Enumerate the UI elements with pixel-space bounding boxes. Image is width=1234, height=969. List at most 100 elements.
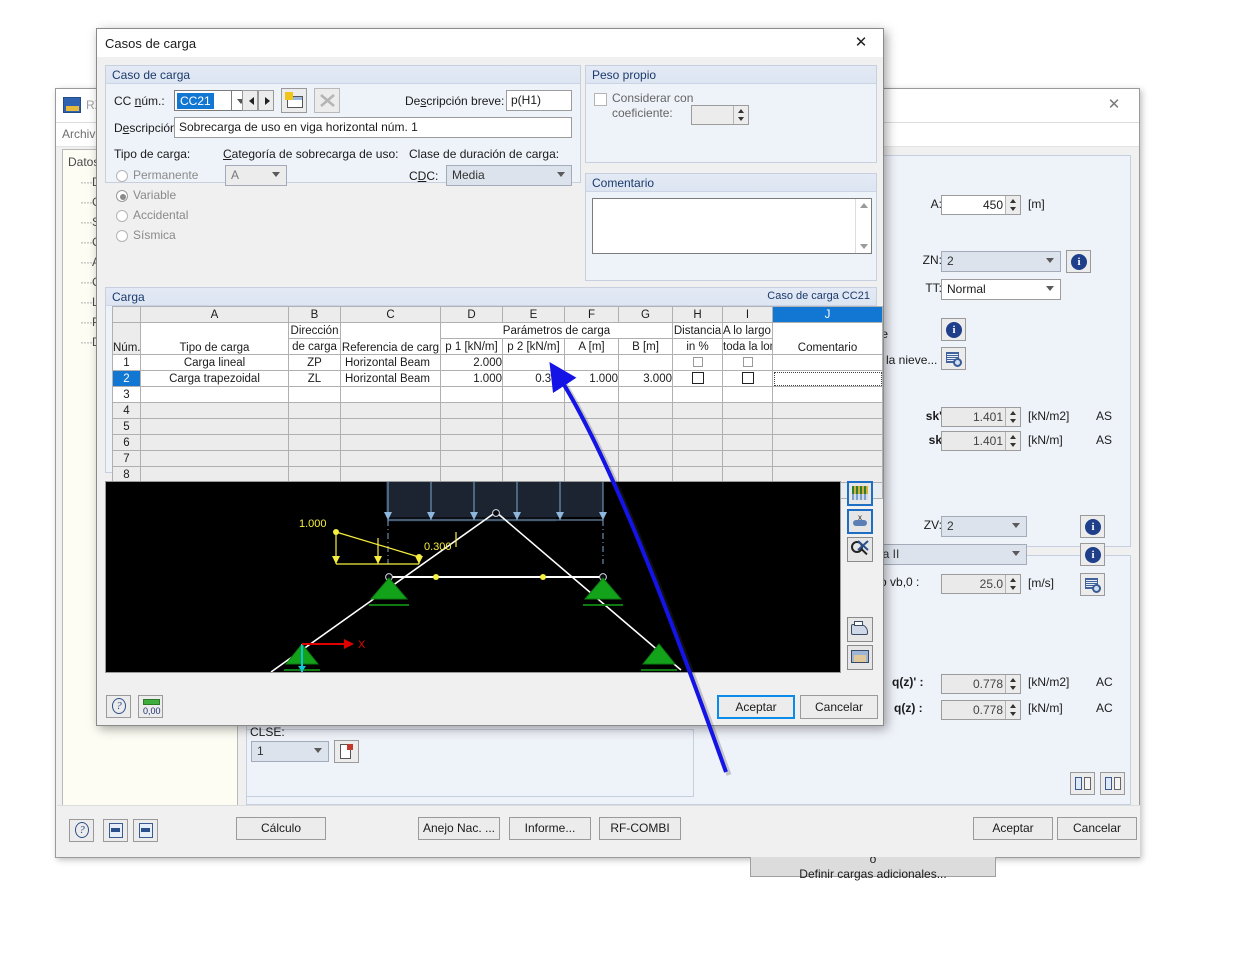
delete-load-case-icon[interactable] (314, 88, 340, 113)
new-load-case-icon[interactable] (281, 88, 307, 113)
comment-textarea[interactable] (592, 198, 872, 254)
category-combo[interactable]: A (225, 165, 287, 186)
row-num[interactable]: 6 (112, 434, 141, 451)
col-letter-H[interactable]: H (672, 306, 723, 323)
cell-p2[interactable] (502, 450, 565, 467)
comment-scrollbar[interactable] (855, 199, 871, 253)
cell-B[interactable] (618, 450, 673, 467)
layout-button-1[interactable] (1070, 772, 1095, 795)
cdc-combo[interactable]: Media (446, 165, 572, 186)
field-A-spinner[interactable] (1005, 196, 1020, 214)
cell-comentario[interactable] (772, 402, 883, 419)
cell-p2[interactable] (502, 354, 565, 371)
units-icon[interactable]: 0,00 (138, 695, 163, 718)
cell-tipo[interactable]: Carga lineal (140, 354, 289, 371)
cell-direccion[interactable] (288, 402, 341, 419)
table-row[interactable]: 6 (112, 434, 883, 451)
coefficient-spinner[interactable] (733, 106, 748, 124)
import-icon[interactable] (103, 819, 128, 842)
cell-alolargo-checkbox[interactable] (722, 354, 773, 371)
cell-alolargo[interactable] (722, 402, 773, 419)
print-icon[interactable] (847, 617, 873, 642)
cell-comentario[interactable] (772, 418, 883, 435)
cell-alolargo[interactable] (722, 434, 773, 451)
load-table[interactable]: A B C D E F G H I J Núm. Tipo de carga D… (112, 306, 883, 499)
row-num[interactable]: 1 (112, 354, 141, 371)
col-letter-A[interactable]: A (140, 306, 289, 323)
cell-p2[interactable] (502, 418, 565, 435)
cell-distancia[interactable] (672, 402, 723, 419)
wind-lookup-button[interactable] (1080, 573, 1105, 596)
cell-p1[interactable]: 1.000 (440, 370, 503, 387)
field-clse[interactable]: 1 (251, 741, 329, 762)
zoom-reset-icon[interactable] (847, 537, 873, 562)
cell-p1[interactable] (440, 418, 503, 435)
field-qz1-spinner[interactable] (1005, 675, 1020, 693)
rf-combi-button[interactable]: RF-COMBI (599, 817, 681, 840)
cell-tipo[interactable] (140, 402, 289, 419)
cell-referencia[interactable] (340, 450, 441, 467)
cell-B[interactable] (618, 418, 673, 435)
field-vb0-spinner[interactable] (1005, 575, 1020, 593)
field-TT[interactable]: Normal (941, 279, 1061, 300)
next-arrow-icon[interactable] (258, 90, 274, 111)
cell-referencia[interactable] (340, 386, 441, 403)
clse-select-button[interactable] (334, 740, 359, 763)
aceptar-button-main[interactable]: Aceptar (973, 817, 1053, 840)
info-zv-button[interactable]: i (1080, 515, 1105, 538)
cc-num-combo[interactable]: CC21 (174, 90, 232, 111)
row-num[interactable]: 2 (112, 370, 141, 387)
layout-button-2[interactable] (1100, 772, 1125, 795)
cell-A[interactable] (564, 354, 619, 371)
cell-p1[interactable]: 2.000 (440, 354, 503, 371)
cell-direccion[interactable]: ZL (288, 370, 341, 387)
cell-distancia[interactable] (672, 434, 723, 451)
cell-A[interactable]: 1.000 (564, 370, 619, 387)
cell-tipo[interactable]: Carga trapezoidal (140, 370, 289, 387)
cell-tipo[interactable] (140, 418, 289, 435)
cell-A[interactable] (564, 434, 619, 451)
cell-comentario[interactable] (772, 386, 883, 403)
cancelar-button[interactable]: Cancelar (800, 695, 878, 719)
cancelar-button-main[interactable]: Cancelar (1057, 817, 1137, 840)
cell-A[interactable] (564, 402, 619, 419)
cell-p2[interactable] (502, 434, 565, 451)
cell-alolargo[interactable] (722, 386, 773, 403)
cell-alolargo[interactable] (722, 450, 773, 467)
cell-A[interactable] (564, 450, 619, 467)
cell-direccion[interactable]: ZP (288, 354, 341, 371)
cell-tipo[interactable] (140, 386, 289, 403)
help-icon[interactable]: ? (69, 819, 94, 842)
col-letter-G[interactable]: G (618, 306, 673, 323)
cell-direccion[interactable] (288, 418, 341, 435)
cell-distancia-checkbox[interactable] (672, 370, 723, 387)
cell-distancia-checkbox[interactable] (672, 354, 723, 371)
cell-distancia[interactable] (672, 418, 723, 435)
cell-p1[interactable] (440, 386, 503, 403)
checkbox-icon[interactable] (741, 372, 754, 385)
menu-archivo[interactable]: Archiv (62, 127, 95, 141)
info-snow-button[interactable]: i (941, 318, 966, 341)
help-icon[interactable]: ? (106, 695, 131, 718)
cell-comentario[interactable] (772, 434, 883, 451)
photo-icon[interactable] (847, 645, 873, 670)
cell-direccion[interactable] (288, 434, 341, 451)
close-icon[interactable]: ✕ (1097, 93, 1131, 117)
cell-comentario[interactable] (772, 450, 883, 467)
cell-referencia[interactable] (340, 402, 441, 419)
checkbox-small-icon[interactable] (692, 357, 703, 368)
checkbox-small-icon[interactable] (742, 357, 753, 368)
cell-alolargo[interactable] (722, 418, 773, 435)
field-sk1-spinner[interactable] (1005, 408, 1020, 426)
table-row[interactable]: 3 (112, 386, 883, 403)
cell-B[interactable] (618, 386, 673, 403)
cell-distancia[interactable] (672, 386, 723, 403)
structure-graphics-viewport[interactable]: 1.000 0.300 X (105, 481, 841, 673)
cell-referencia[interactable]: Horizontal Beam (340, 354, 441, 371)
cell-p1[interactable] (440, 402, 503, 419)
col-letter-I[interactable]: I (722, 306, 773, 323)
row-num[interactable]: 7 (112, 450, 141, 467)
cell-A[interactable] (564, 386, 619, 403)
cell-tipo[interactable] (140, 450, 289, 467)
row-num[interactable]: 4 (112, 402, 141, 419)
